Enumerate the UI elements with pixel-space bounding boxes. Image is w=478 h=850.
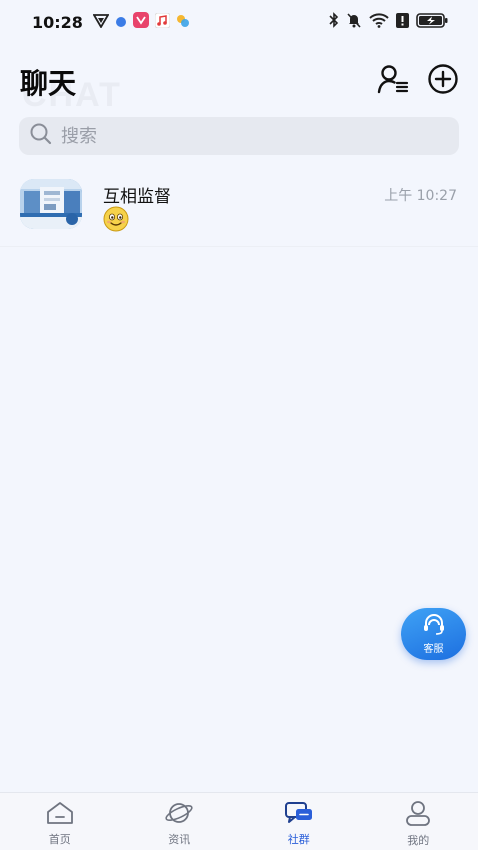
pink-app-icon: [132, 12, 149, 32]
nav-item-profile[interactable]: 我的: [359, 793, 478, 850]
chat-bubbles-icon: [284, 801, 314, 829]
header: CHAT 聊天: [0, 56, 478, 114]
nav-label: 首页: [48, 832, 71, 846]
user-icon: [403, 800, 433, 830]
chat-time: 上午 10:27: [384, 188, 457, 204]
contacts-list-icon: [377, 64, 409, 98]
search-input[interactable]: [61, 125, 441, 147]
status-bar: 10:28: [0, 0, 478, 44]
headset-icon: [421, 613, 447, 639]
colorful-app-icon: [176, 13, 190, 32]
nav-item-home[interactable]: 首页: [0, 793, 120, 850]
nav-item-community[interactable]: 社群: [239, 793, 359, 850]
smiley-emoji-icon: [103, 206, 129, 232]
avatar: [20, 179, 82, 229]
customer-service-button[interactable]: 客服: [401, 608, 466, 660]
service-label: 客服: [423, 644, 444, 655]
vpn-shield-icon: [92, 13, 110, 32]
alert-icon: [396, 12, 409, 32]
bluetooth-icon: [329, 12, 339, 32]
search-icon: [29, 122, 53, 150]
nav-item-news[interactable]: 资讯: [120, 793, 240, 850]
status-time: 10:28: [32, 12, 83, 32]
status-left: 10:28: [32, 12, 190, 32]
status-right: [329, 12, 448, 32]
mute-icon: [346, 12, 362, 32]
music-icon: [154, 12, 171, 32]
nav-label: 我的: [407, 833, 430, 847]
planet-icon: [164, 801, 194, 829]
add-button[interactable]: [426, 64, 460, 98]
wifi-icon: [369, 12, 389, 32]
plus-circle-icon: [427, 63, 459, 99]
chat-name: 互相监督: [103, 187, 171, 207]
page-title: 聊天: [20, 67, 77, 100]
home-icon: [45, 801, 75, 829]
contacts-button[interactable]: [376, 64, 410, 98]
nav-label: 资讯: [168, 832, 191, 846]
search-bar[interactable]: [19, 117, 459, 155]
battery-charging-icon: [416, 12, 448, 32]
nav-label: 社群: [287, 832, 310, 846]
blue-dot-icon: [115, 13, 127, 32]
bottom-nav: 首页 资讯 社群 我的: [0, 792, 478, 850]
chat-list-item[interactable]: 互相监督 上午 10:27: [0, 170, 478, 247]
